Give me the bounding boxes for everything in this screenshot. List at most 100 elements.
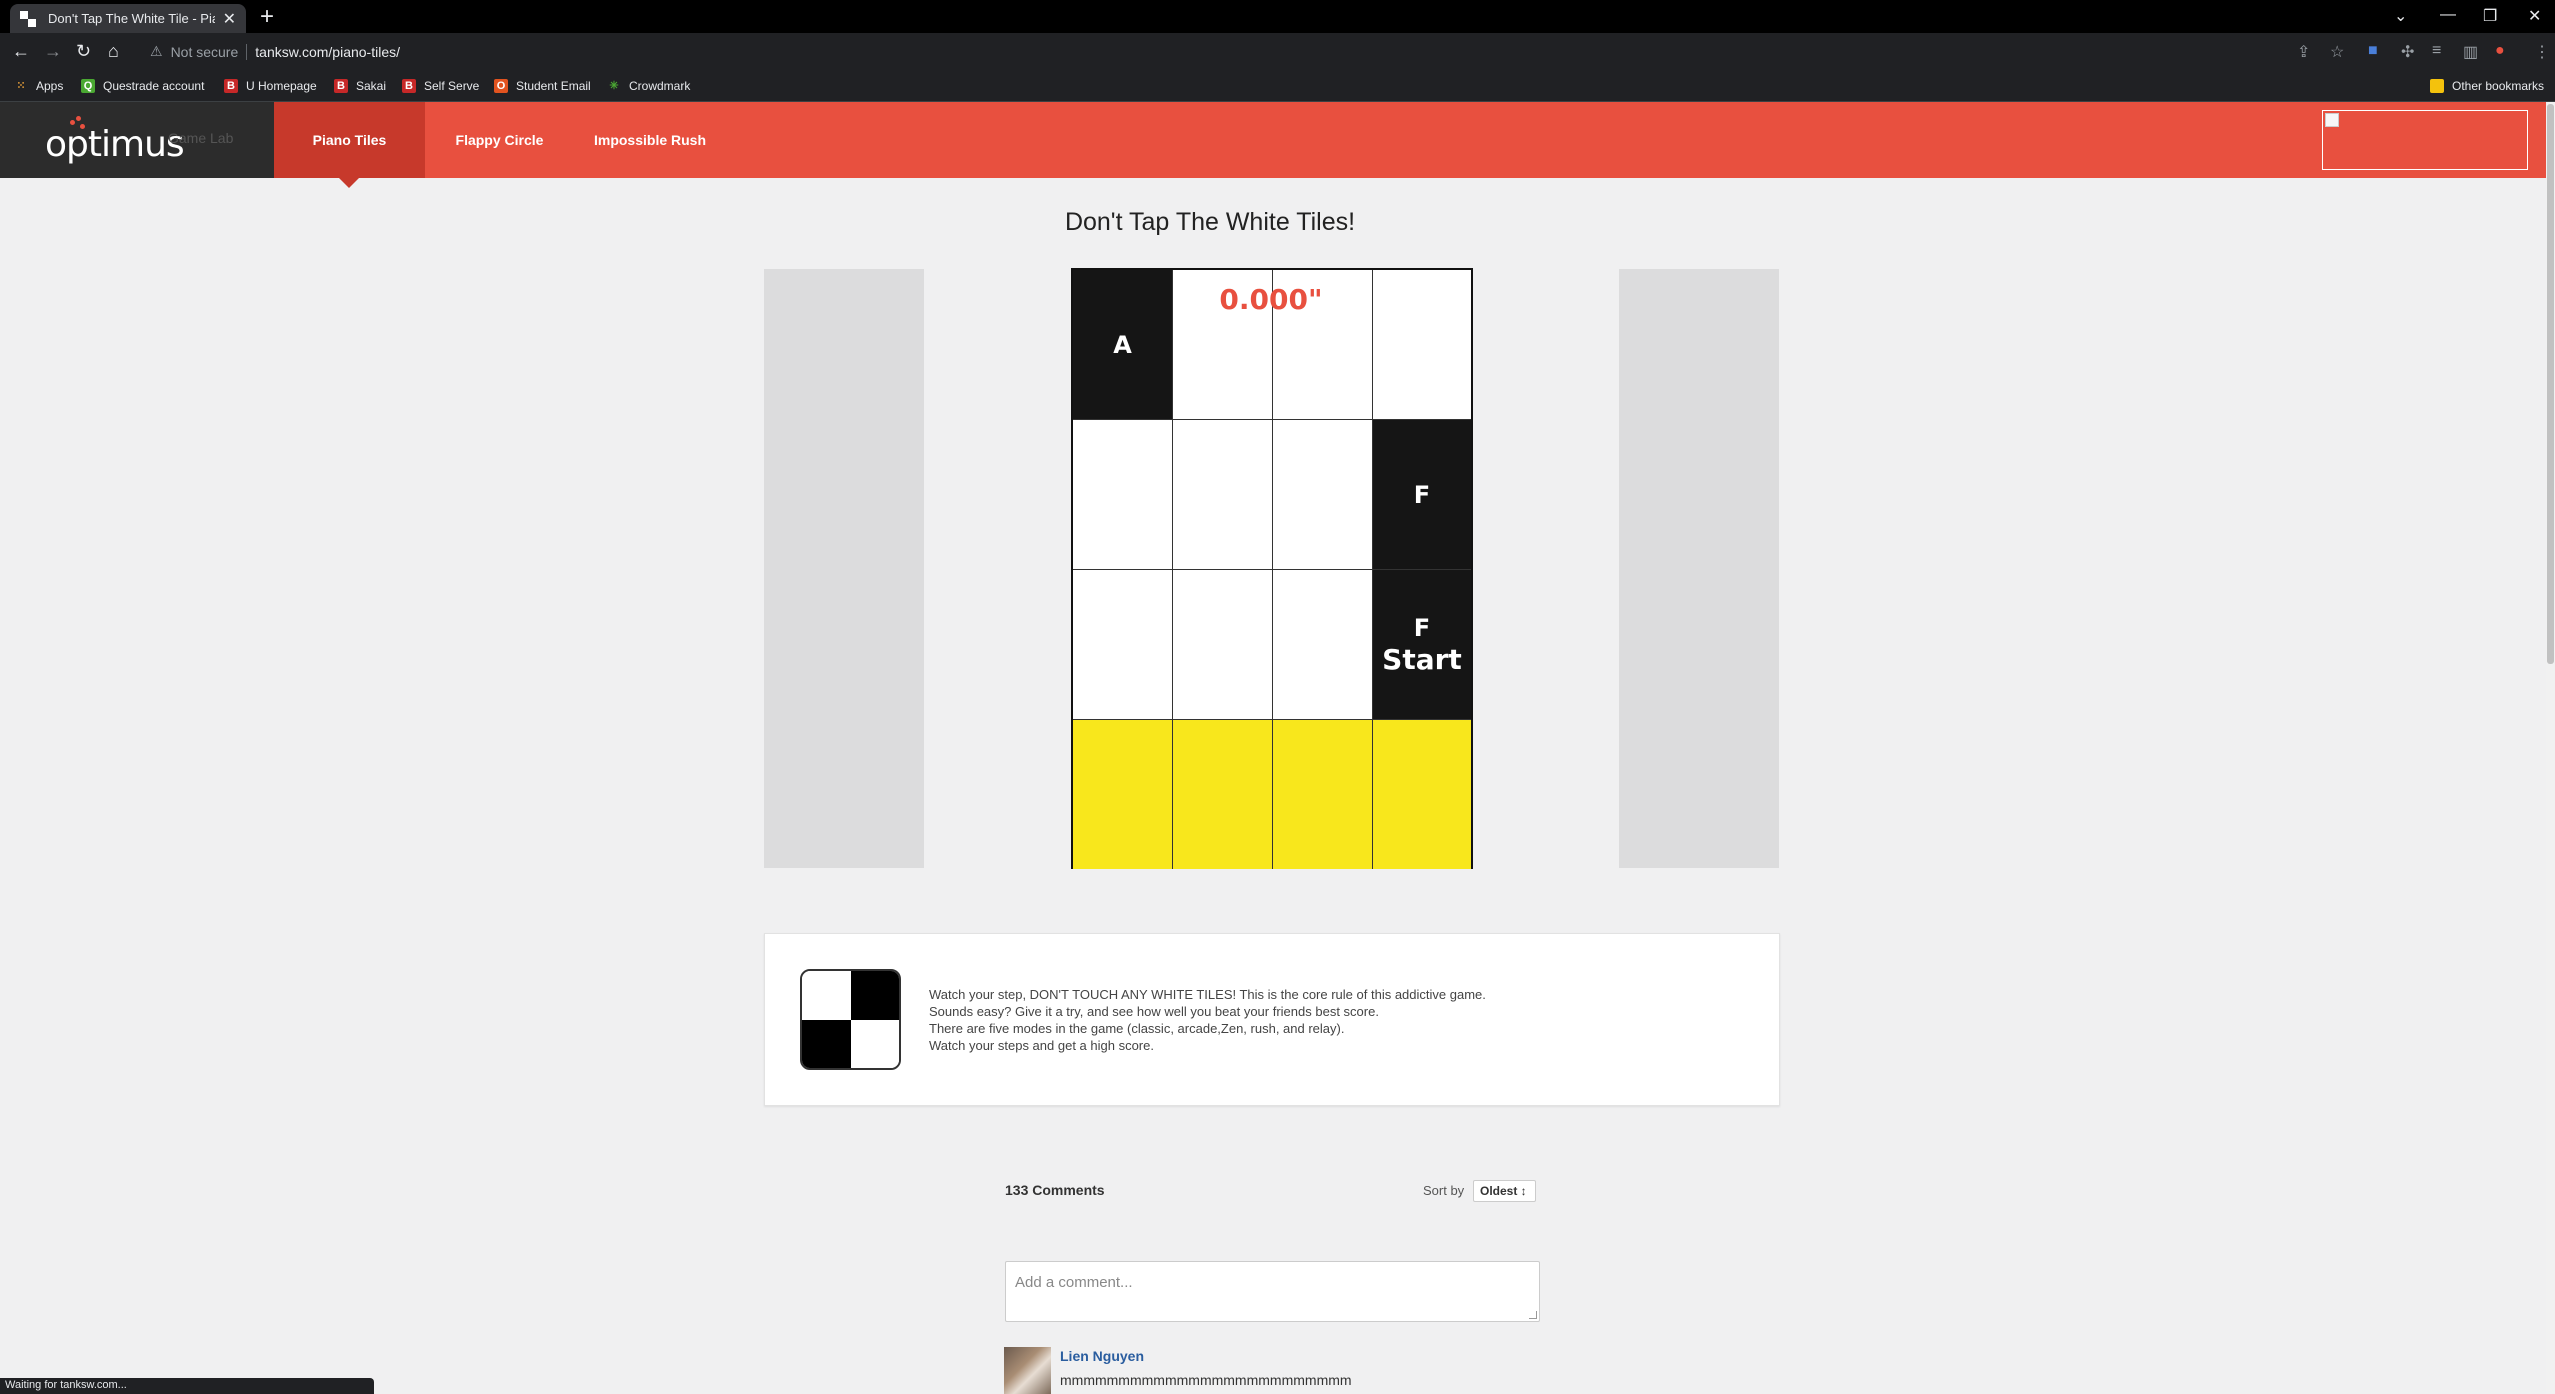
media-queue-icon[interactable]: ≡ [2432,42,2441,60]
forward-icon[interactable]: → [44,41,62,61]
tab-search-icon[interactable]: ⌄ [2394,6,2407,26]
resize-grip-icon[interactable] [1529,1311,1537,1319]
broken-image-icon [2325,113,2339,127]
right-ad-panel [1619,269,1779,868]
nav-impossible-rush[interactable]: Impossible Rush [585,102,715,178]
scrollbar-thumb[interactable] [2547,104,2554,664]
browser-tab[interactable]: Don't Tap The White Tile - Piano ✕ [10,4,246,33]
comment-author[interactable]: Lien Nguyen [1060,1348,1144,1364]
bookmark-label: Student Email [516,79,591,93]
share-icon[interactable]: ⇪ [2297,42,2310,62]
profile-avatar-icon[interactable]: ● [2495,42,2505,60]
b-icon: B [402,79,416,93]
start-row-tile[interactable] [1073,720,1173,869]
questrade-icon: Q [81,79,95,93]
left-ad-panel [764,269,924,868]
back-icon[interactable]: ← [12,41,30,61]
description-text: Watch your step, DON'T TOUCH ANY WHITE T… [929,986,1749,1054]
comment-input[interactable]: Add a comment... [1005,1261,1540,1322]
home-icon[interactable]: ⌂ [108,41,119,61]
logo-area[interactable]: optimus Game Lab [0,102,274,178]
b-icon: B [334,79,348,93]
security-label[interactable]: Not secure [171,44,239,60]
not-secure-warning-icon[interactable]: ⚠ [150,43,163,60]
game-timer: 0.000" [1219,283,1323,316]
start-label: Start [1382,642,1462,676]
menu-kebab-icon[interactable]: ⋮ [2534,42,2550,62]
bookmark-sakai[interactable]: B Sakai [334,77,386,95]
logo-subtitle: Game Lab [168,130,234,146]
crowdmark-icon: ✳ [609,80,619,92]
white-tile[interactable] [1273,420,1373,570]
bookmark-label: Questrade account [103,79,205,93]
close-window-icon[interactable]: ✕ [2528,6,2541,26]
office-icon: O [494,79,508,93]
reload-icon[interactable]: ↻ [76,41,91,61]
bookmark-label: Self Serve [424,79,480,93]
bookmark-student-email[interactable]: O Student Email [494,77,591,95]
new-tab-button[interactable]: + [260,5,274,29]
description-line: There are five modes in the game (classi… [929,1021,1345,1036]
tile-key-label: F [1413,480,1431,509]
side-panel-icon[interactable]: ▥ [2463,42,2478,62]
address-bar[interactable]: ⚠ Not secure tanksw.com/piano-tiles/ [140,37,2330,66]
folder-icon [2430,79,2444,93]
bookmark-questrade[interactable]: Q Questrade account [81,77,204,95]
tile-key-label: A [1113,330,1132,359]
start-row-tile[interactable] [1373,720,1471,869]
bookmark-self-serve[interactable]: B Self Serve [402,77,479,95]
black-tile[interactable]: F Start [1373,570,1471,720]
nav-flappy-circle[interactable]: Flappy Circle [437,102,562,178]
comment-placeholder: Add a comment... [1015,1274,1133,1291]
piano-tiles-logo-icon [800,969,901,1070]
white-tile[interactable] [1073,570,1173,720]
tab-title: Don't Tap The White Tile - Piano [48,11,215,26]
game-title: Don't Tap The White Tiles! [1064,208,1356,236]
white-tile[interactable] [1073,420,1173,570]
bookmark-label: Apps [36,79,64,93]
black-tile[interactable]: F [1373,420,1471,570]
description-line: Sounds easy? Give it a try, and see how … [929,1004,1379,1019]
description-line: Watch your step, DON'T TOUCH ANY WHITE T… [929,987,1486,1002]
game-description-card: Watch your step, DON'T TOUCH ANY WHITE T… [764,933,1780,1106]
omnibox-divider [246,43,248,60]
bookmark-star-icon[interactable]: ☆ [2330,42,2344,62]
comment-text: mmmmmmmmmmmmmmmmmmmmmmmmm [1060,1372,1352,1388]
bookmark-label: Sakai [356,79,387,93]
browser-status-bar: Waiting for tanksw.com... [0,1378,374,1394]
game-board[interactable]: A F F Start [1071,268,1473,869]
bookmark-label: Other bookmarks [2452,79,2545,93]
sort-label: Sort by [1423,1183,1465,1198]
extensions-puzzle-icon[interactable]: ✣ [2401,42,2414,62]
white-tile[interactable] [1273,570,1373,720]
comments-count: 133 Comments [1005,1182,1105,1198]
other-bookmarks[interactable]: Other bookmarks [2430,77,2544,95]
avatar[interactable] [1004,1347,1051,1394]
bookmarks-bar: ⁙ Apps Q Questrade account B U Homepage … [0,70,2555,102]
url-text[interactable]: tanksw.com/piano-tiles/ [255,44,400,60]
bookmark-apps[interactable]: ⁙ Apps [14,77,63,95]
restore-icon[interactable]: ❐ [2483,6,2497,26]
bookmark-u-homepage[interactable]: B U Homepage [224,77,317,95]
nav-piano-tiles[interactable]: Piano Tiles [274,102,425,178]
browser-tab-strip: Don't Tap The White Tile - Piano ✕ + ⌄ —… [0,0,2555,33]
start-row-tile[interactable] [1173,720,1273,869]
white-tile[interactable] [1173,570,1273,720]
b-icon: B [224,79,238,93]
ad-banner[interactable] [2322,110,2528,170]
white-tile[interactable] [1173,420,1273,570]
white-tile[interactable] [1373,270,1471,420]
sort-select[interactable]: Oldest ↕ [1473,1180,1536,1202]
close-tab-icon[interactable]: ✕ [223,9,236,29]
minimize-icon[interactable]: — [2440,6,2456,24]
extension-icon[interactable]: ■ [2368,42,2378,60]
site-header: optimus Game Lab Piano Tiles Flappy Circ… [0,102,2555,178]
bookmark-crowdmark[interactable]: ✳ Crowdmark [607,77,690,95]
apps-grid-icon: ⁙ [16,80,26,92]
active-nav-indicator [339,178,359,188]
description-line: Watch your steps and get a high score. [929,1038,1154,1053]
site-logo[interactable]: optimus [45,124,185,165]
bookmark-label: U Homepage [246,79,317,93]
start-row-tile[interactable] [1273,720,1373,869]
bookmark-label: Crowdmark [629,79,691,93]
